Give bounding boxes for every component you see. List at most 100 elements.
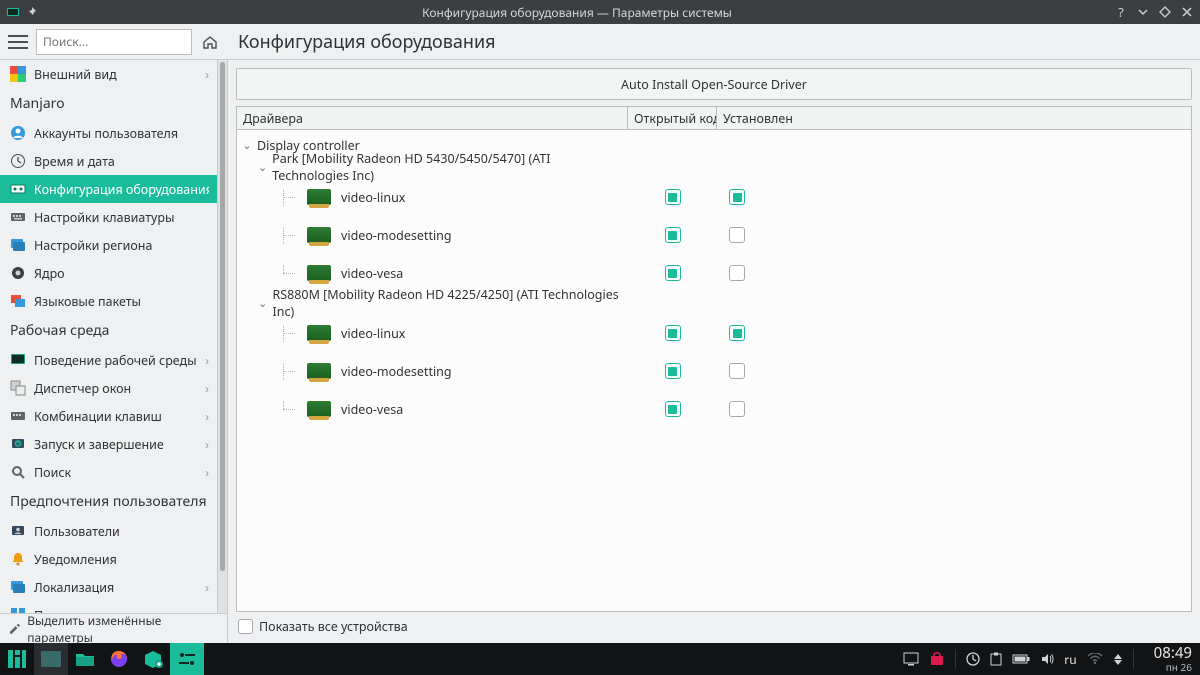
checkbox <box>665 363 681 379</box>
table-header: Драйвера Открытый код Установлен <box>236 106 1192 130</box>
sidebar-item-label: Языковые пакеты <box>34 293 209 310</box>
highlight-icon <box>8 622 21 636</box>
tree-guide <box>277 401 299 418</box>
sidebar: Внешний вид›ManjaroАккаунты пользователя… <box>0 60 228 643</box>
sidebar-item-label: Локализация <box>34 579 197 596</box>
column-drivers[interactable]: Драйвера <box>237 107 628 129</box>
sidebar-item[interactable]: Ядро <box>0 259 217 287</box>
chevron-right-icon: › <box>205 607 209 614</box>
tray-battery-icon[interactable] <box>1012 653 1030 665</box>
task-desktop[interactable] <box>34 643 68 675</box>
driver-row[interactable]: video-modesetting <box>237 352 1191 390</box>
tree-guide <box>277 227 299 244</box>
sidebar-item[interactable]: Настройки клавиатуры <box>0 203 217 231</box>
sidebar-item-label: Комбинации клавиш <box>34 408 197 425</box>
sidebar-item[interactable]: Время и дата <box>0 147 217 175</box>
tray-lock-icon[interactable] <box>929 652 945 666</box>
expander-icon[interactable]: ⌄ <box>257 160 268 175</box>
driver-tree: ⌄Display controller⌄Park [Mobility Radeo… <box>236 130 1192 612</box>
checkbox <box>729 189 745 205</box>
gpu-card-icon <box>307 227 331 243</box>
column-open-source[interactable]: Открытый код <box>628 107 717 129</box>
sidebar-item[interactable]: Приложения › <box>0 601 217 613</box>
tray-network-icon[interactable] <box>1087 653 1103 665</box>
sidebar-item[interactable]: Настройки региона <box>0 231 217 259</box>
start-menu[interactable] <box>0 643 34 675</box>
tray-divider-2 <box>1133 649 1134 669</box>
sidebar-item-label: Приложения <box>34 607 197 614</box>
tray-clipboard-icon[interactable] <box>990 652 1002 666</box>
tree-guide <box>277 363 299 380</box>
sidebar-item[interactable]: Диспетчер окон› <box>0 374 217 402</box>
app-icon <box>6 5 20 19</box>
sidebar-item-label: Аккаунты пользователя <box>34 125 209 142</box>
sidebar-item[interactable]: Конфигурация оборудования <box>0 175 217 203</box>
sidebar-item[interactable]: Языковые пакеты <box>0 287 217 315</box>
chevron-right-icon: › <box>205 408 209 425</box>
driver-name: video-modesetting <box>341 227 452 244</box>
menu-button[interactable] <box>6 30 30 54</box>
sidebar-item[interactable]: Локализация › <box>0 573 217 601</box>
chevron-right-icon: › <box>205 436 209 453</box>
sidebar-item[interactable]: Комбинации клавиш › <box>0 402 217 430</box>
sidebar-section-header: Рабочая среда <box>0 315 217 346</box>
close-icon[interactable] <box>1180 5 1194 19</box>
app-toolbar: Конфигурация оборудования <box>0 24 1200 60</box>
sidebar-item-label: Внешний вид <box>34 66 197 83</box>
checkbox <box>665 189 681 205</box>
pin-icon[interactable] <box>26 5 40 19</box>
checkbox <box>729 401 745 417</box>
auto-install-button[interactable]: Auto Install Open-Source Driver <box>236 68 1192 100</box>
task-firefox[interactable] <box>102 643 136 675</box>
checkbox <box>665 325 681 341</box>
device-label: RS880M [Mobility Radeon HD 4225/4250] (A… <box>272 286 628 320</box>
sidebar-item-label: Конфигурация оборудования <box>34 181 209 198</box>
driver-row[interactable]: video-modesetting <box>237 216 1191 254</box>
checkbox <box>729 363 745 379</box>
device-label: Park [Mobility Radeon HD 5430/5450/5470]… <box>272 150 628 184</box>
taskbar: ru 08:49 пн 26 <box>0 643 1200 675</box>
search-input[interactable] <box>36 29 192 55</box>
help-icon[interactable]: ? <box>1114 5 1128 19</box>
sidebar-item[interactable]: Аккаунты пользователя <box>0 119 217 147</box>
highlight-changed-button[interactable]: Выделить изменённые параметры <box>0 613 227 643</box>
sidebar-item-label: Запуск и завершение <box>34 436 197 453</box>
tray-expand-icon[interactable] <box>1113 653 1123 665</box>
sidebar-item[interactable]: Внешний вид› <box>0 60 217 88</box>
task-pamac[interactable] <box>136 643 170 675</box>
sidebar-item[interactable]: Пользователи <box>0 517 217 545</box>
driver-row[interactable]: video-vesa <box>237 390 1191 428</box>
gpu-card-icon <box>307 325 331 341</box>
tray-volume-icon[interactable] <box>1040 652 1054 666</box>
task-settings[interactable] <box>170 643 204 675</box>
sidebar-item-label: Настройки региона <box>34 237 209 254</box>
minimize-icon[interactable] <box>1136 5 1150 19</box>
sidebar-item[interactable]: Запуск и завершение › <box>0 430 217 458</box>
chevron-right-icon: › <box>205 579 209 596</box>
sidebar-scrollbar[interactable] <box>217 60 227 613</box>
tray-display-icon[interactable] <box>903 652 919 666</box>
column-installed[interactable]: Установлен <box>717 107 1191 129</box>
checkbox <box>729 227 745 243</box>
sidebar-item[interactable]: Поведение рабочей среды› <box>0 346 217 374</box>
sidebar-item[interactable]: Поиск› <box>0 458 217 486</box>
expander-icon[interactable]: ⌄ <box>257 296 268 311</box>
sidebar-item-label: Настройки клавиатуры <box>34 209 209 226</box>
highlight-changed-label: Выделить изменённые параметры <box>27 612 219 644</box>
checkbox <box>729 265 745 281</box>
tray-keyboard-layout[interactable]: ru <box>1064 651 1076 668</box>
system-tray: ru 08:49 пн 26 <box>903 646 1200 672</box>
task-files[interactable] <box>68 643 102 675</box>
home-button[interactable] <box>198 30 222 54</box>
tree-guide <box>277 265 299 282</box>
page-title: Конфигурация оборудования <box>228 30 496 54</box>
clock[interactable]: 08:49 пн 26 <box>1144 646 1192 672</box>
maximize-icon[interactable] <box>1158 5 1172 19</box>
show-all-checkbox[interactable] <box>238 619 253 634</box>
sidebar-item-label: Поведение рабочей среды <box>34 352 197 369</box>
chevron-right-icon: › <box>205 380 209 397</box>
sidebar-item[interactable]: Уведомления <box>0 545 217 573</box>
checkbox <box>665 265 681 281</box>
checkbox <box>665 401 681 417</box>
tray-updates-icon[interactable] <box>966 652 980 666</box>
